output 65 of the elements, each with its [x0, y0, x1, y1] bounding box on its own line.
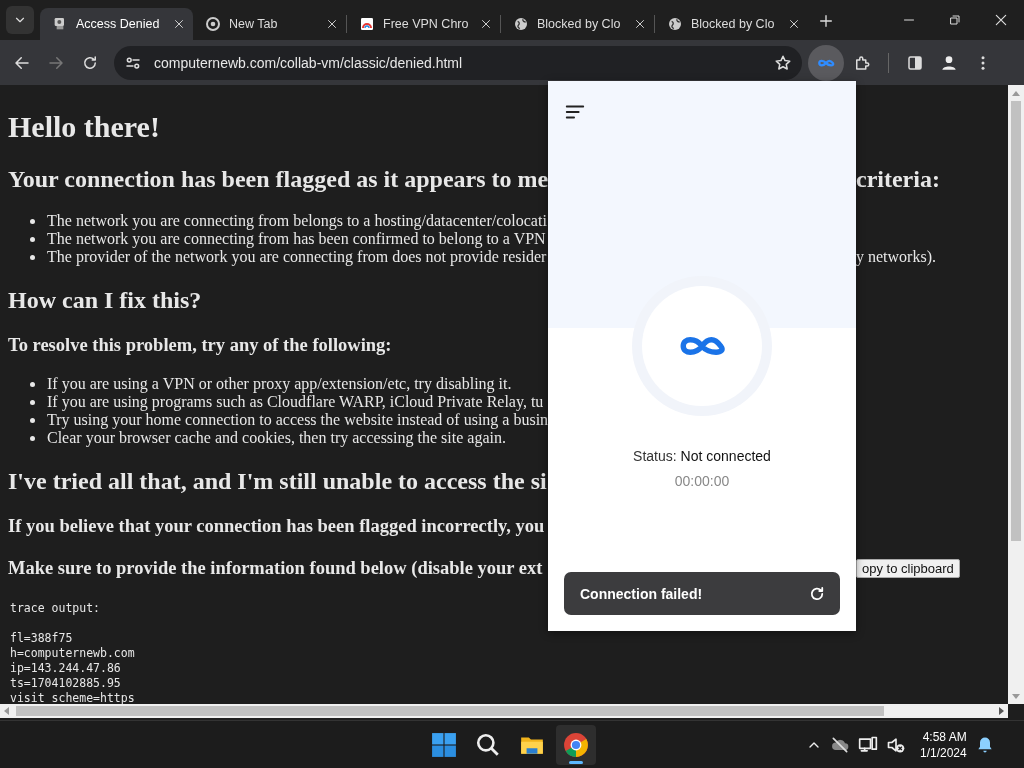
heading: Hello there! [8, 109, 161, 145]
trace-line: ip=143.244.47.86 [10, 661, 122, 676]
list-item: If you are using a VPN or other proxy app/extension/etc, try disabling it. [47, 375, 512, 393]
clock-time[interactable]: 4:58 AM [922, 728, 967, 745]
list-item: The provider of the network you are connecting from does not provide resider [47, 248, 547, 266]
globe-icon [667, 16, 683, 32]
close-icon[interactable] [326, 18, 338, 30]
reload-icon[interactable] [81, 53, 99, 72]
close-icon[interactable] [480, 18, 492, 30]
trace-line: visit_scheme=https [10, 691, 136, 706]
side-panel-icon[interactable] [906, 53, 924, 72]
chrome-icon [205, 16, 221, 32]
heading: criteria: [856, 165, 941, 193]
browser-tab[interactable]: New Tab [193, 8, 346, 40]
address-bar[interactable]: computernewb.com/collab-vm/classic/denied.html [114, 45, 802, 80]
list-item: y networks). [856, 248, 937, 266]
restore-icon[interactable] [949, 14, 961, 26]
browser-tab[interactable]: Free VPN Chro [347, 8, 500, 40]
list-item: Try using your home connection to access the website instead of using a busin [47, 411, 549, 429]
browser-tab[interactable]: Blocked by Clo [655, 8, 808, 40]
bullet-icon [30, 381, 35, 387]
trace-line: ts=1704102885.95 [10, 676, 122, 691]
toast-message: Connection failed! [580, 585, 703, 602]
heading: To resolve this problem, try any of the following: [8, 334, 393, 356]
globe-icon [513, 16, 529, 32]
puzzle-icon[interactable] [853, 53, 871, 72]
bookmark-star-icon[interactable] [774, 53, 792, 72]
bullet-icon [30, 435, 35, 441]
connection-status: Status: Not connected [633, 448, 771, 464]
copy-button[interactable]: opy to clipboard [856, 558, 960, 578]
close-icon[interactable] [994, 13, 1008, 27]
trace-line: fl=388f75 [10, 631, 74, 646]
timer: 00:00:00 [674, 473, 730, 489]
bullet-icon [30, 417, 35, 423]
bullet-icon [30, 399, 35, 405]
network-icon[interactable] [858, 734, 878, 755]
browser-tab[interactable]: Blocked by Clo [501, 8, 654, 40]
extension-button[interactable] [808, 44, 844, 81]
bullet-icon [30, 218, 35, 224]
close-icon[interactable] [634, 18, 646, 30]
heading: Make sure to provide the information found below (disable your ext [8, 557, 544, 579]
heading: Your connection has been flagged as it appears to me [8, 165, 548, 193]
rainbow-icon [359, 16, 375, 32]
trace-title: trace output: [10, 601, 101, 616]
close-icon[interactable] [788, 18, 800, 30]
heading: I've tried all that, and I'm still unable to access the si [8, 467, 548, 495]
chrome-icon[interactable] [563, 731, 589, 758]
browser-tab[interactable]: Access Denied [40, 8, 193, 40]
bullet-icon [30, 236, 35, 242]
trace-line: h=computernewb.com [10, 646, 136, 661]
taskbar-app[interactable] [556, 724, 596, 765]
search-icon[interactable] [475, 731, 501, 758]
heading: If you believe that your connection has been flagged incorrectly, you [8, 515, 546, 537]
cloud-off-icon[interactable] [830, 734, 850, 755]
clock-date[interactable]: 1/1/2024 [920, 744, 967, 761]
start-icon[interactable] [431, 731, 457, 758]
heading: How can I fix this? [8, 286, 203, 314]
close-icon[interactable] [173, 18, 185, 30]
list-item: If you are using programs such as Cloudflare WARP, iCloud Private Relay, tu [47, 393, 544, 411]
refresh-icon[interactable] [808, 584, 826, 603]
bullet-icon [30, 254, 35, 260]
list-item: The network you are connecting from has been confirmed to belong to a VPN [47, 230, 546, 248]
horizontal-scrollbar[interactable] [0, 704, 1008, 718]
list-item: Clear your browser cache and cookies, then try accessing the site again. [47, 429, 506, 447]
list-item: The network you are connecting from belongs to a hosting/datacenter/colocati [47, 212, 547, 230]
